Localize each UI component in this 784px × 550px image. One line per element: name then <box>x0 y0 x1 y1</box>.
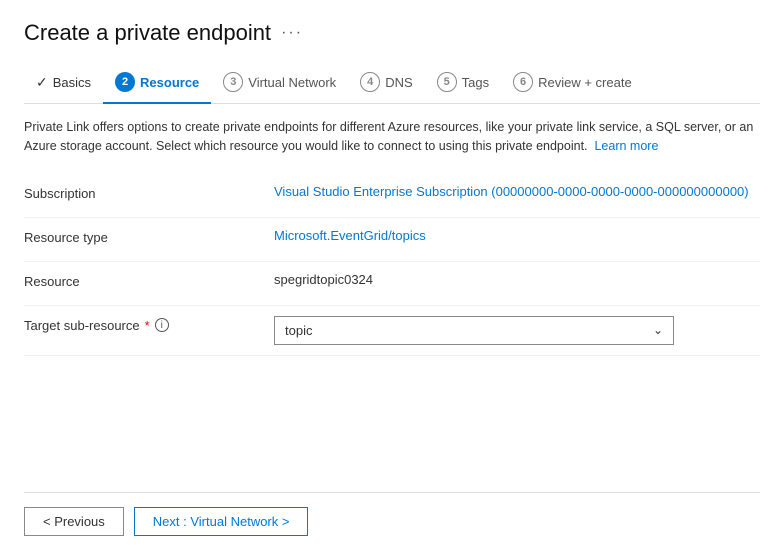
info-description: Private Link offers options to create pr… <box>24 118 760 156</box>
resource-type-label: Resource type <box>24 228 274 245</box>
resource-form: Subscription Visual Studio Enterprise Su… <box>24 174 760 493</box>
step-resource-number: 2 <box>115 72 135 92</box>
target-sub-resource-label: Target sub-resource * i <box>24 316 274 333</box>
resource-value: spegridtopic0324 <box>274 272 760 287</box>
step-tags-number: 5 <box>437 72 457 92</box>
next-button[interactable]: Next : Virtual Network > <box>134 507 309 536</box>
previous-button[interactable]: < Previous <box>24 507 124 536</box>
step-review-create-label: Review + create <box>538 75 632 90</box>
info-tooltip-icon[interactable]: i <box>155 318 169 332</box>
resource-row: Resource spegridtopic0324 <box>24 262 760 306</box>
dropdown-selected-value: topic <box>285 323 312 338</box>
resource-type-row: Resource type Microsoft.EventGrid/topics <box>24 218 760 262</box>
step-virtual-network-number: 3 <box>223 72 243 92</box>
subscription-label: Subscription <box>24 184 274 201</box>
target-sub-resource-label-text: Target sub-resource <box>24 318 140 333</box>
ellipsis-menu-icon[interactable]: ··· <box>281 24 303 42</box>
footer: < Previous Next : Virtual Network > <box>24 492 760 550</box>
step-basics-label: Basics <box>53 75 91 90</box>
step-virtual-network-label: Virtual Network <box>248 75 336 90</box>
subscription-value: Visual Studio Enterprise Subscription (0… <box>274 184 760 199</box>
checkmark-icon: ✓ <box>36 74 48 91</box>
chevron-down-icon: ⌄ <box>653 323 663 337</box>
page-title: Create a private endpoint <box>24 20 271 46</box>
step-review-create-number: 6 <box>513 72 533 92</box>
subscription-row: Subscription Visual Studio Enterprise Su… <box>24 174 760 218</box>
step-virtual-network[interactable]: 3 Virtual Network <box>211 64 348 104</box>
step-tags-label: Tags <box>462 75 489 90</box>
required-indicator: * <box>145 318 150 333</box>
wizard-steps: ✓ Basics 2 Resource 3 Virtual Network 4 … <box>24 64 760 104</box>
resource-type-value: Microsoft.EventGrid/topics <box>274 228 760 243</box>
target-sub-resource-dropdown-container: topic ⌄ <box>274 316 760 345</box>
step-resource-label: Resource <box>140 75 199 90</box>
target-sub-resource-row: Target sub-resource * i topic ⌄ <box>24 306 760 356</box>
step-resource[interactable]: 2 Resource <box>103 64 211 104</box>
target-sub-resource-dropdown[interactable]: topic ⌄ <box>274 316 674 345</box>
step-dns-label: DNS <box>385 75 412 90</box>
step-dns[interactable]: 4 DNS <box>348 64 424 104</box>
step-dns-number: 4 <box>360 72 380 92</box>
step-review-create[interactable]: 6 Review + create <box>501 64 644 104</box>
step-basics[interactable]: ✓ Basics <box>24 66 103 103</box>
learn-more-link[interactable]: Learn more <box>594 139 658 153</box>
step-tags[interactable]: 5 Tags <box>425 64 501 104</box>
resource-label: Resource <box>24 272 274 289</box>
